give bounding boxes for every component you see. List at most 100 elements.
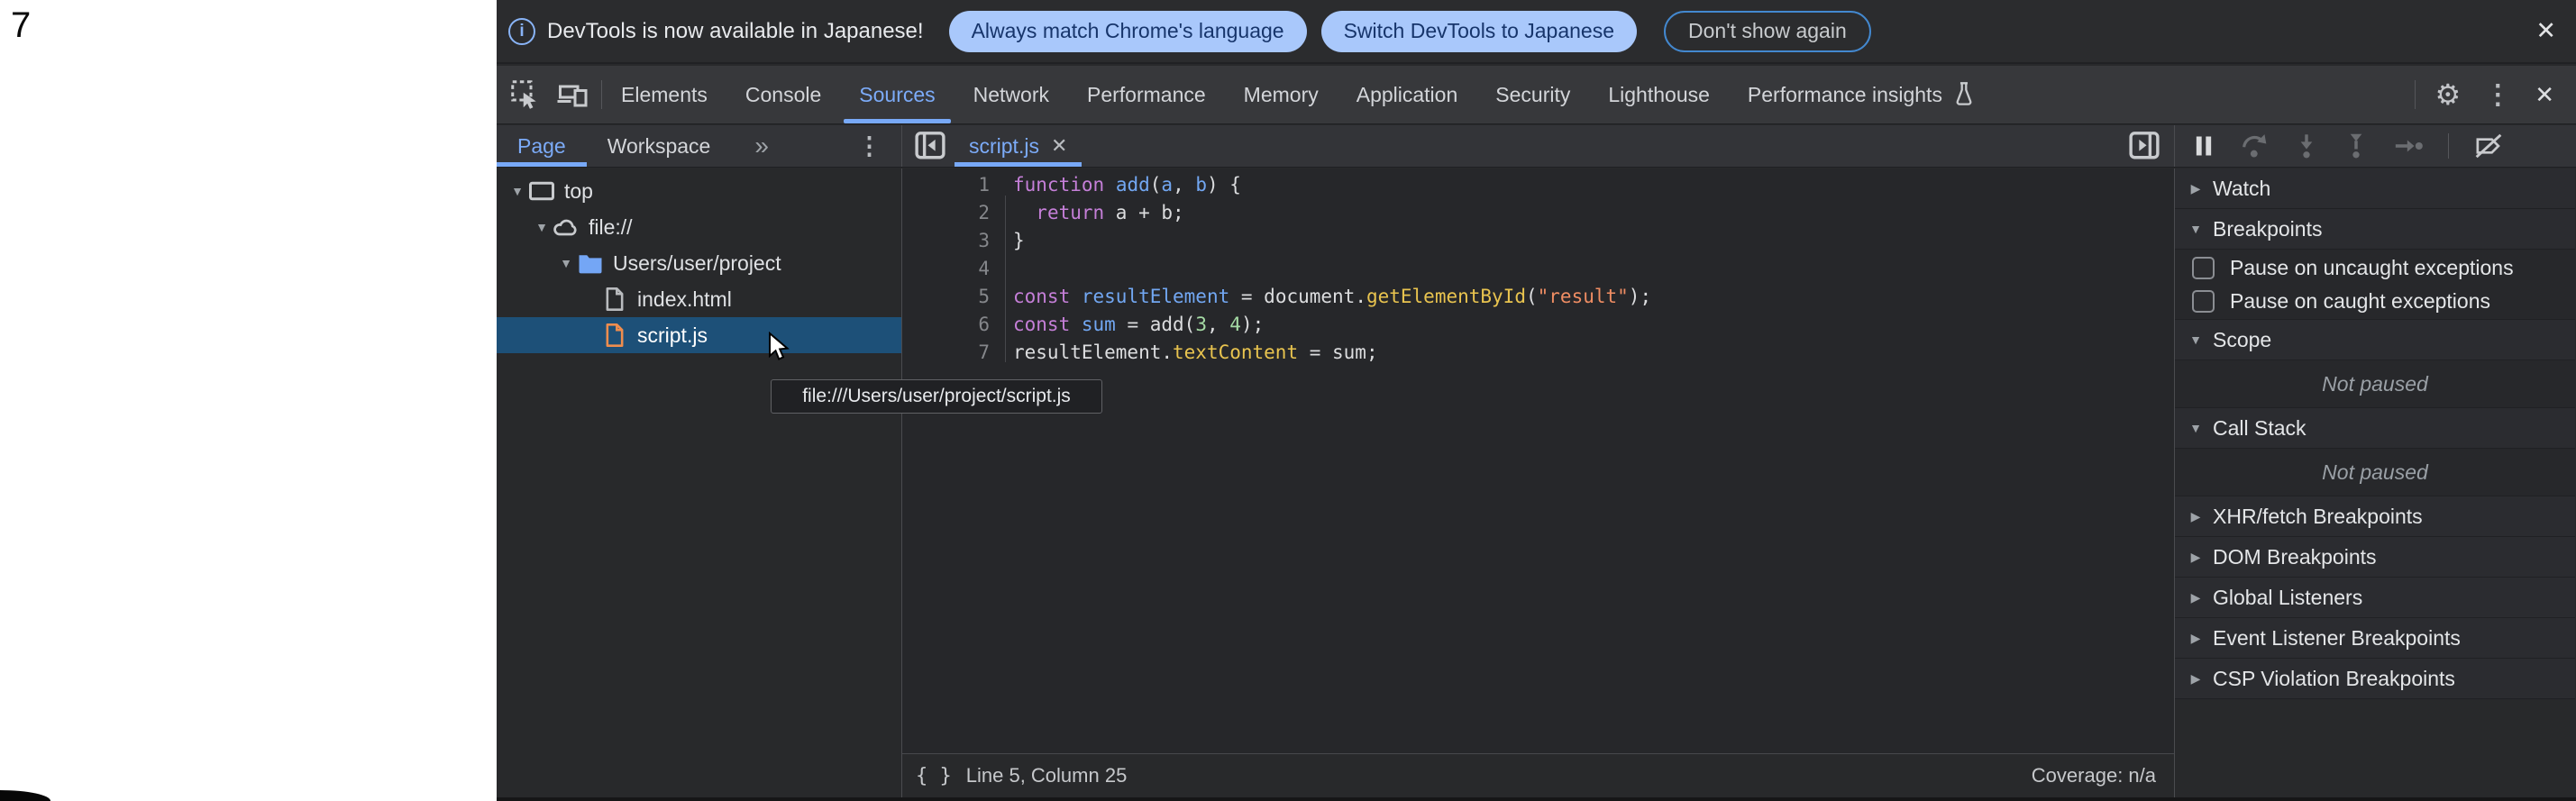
editor-tab-scriptjs[interactable]: script.js ✕ bbox=[955, 125, 1082, 167]
line-number[interactable]: 2 bbox=[902, 202, 990, 223]
always-match-language-button[interactable]: Always match Chrome's language bbox=[949, 11, 1307, 52]
section-expander-icon[interactable]: ▶ bbox=[2186, 550, 2206, 565]
sidebar-section-scope[interactable]: ▼ Scope bbox=[2175, 320, 2575, 360]
pretty-print-icon[interactable]: { } bbox=[916, 765, 952, 787]
section-label: Breakpoints bbox=[2213, 217, 2322, 241]
tab-performance-insights[interactable]: Performance insights bbox=[1729, 66, 1996, 123]
section-expander-icon[interactable]: ▶ bbox=[2186, 590, 2206, 605]
token-plain: resultElement. bbox=[1013, 341, 1173, 363]
sources-content: ▼top▼file://▼Users/user/projectindex.htm… bbox=[497, 168, 2576, 797]
checkbox-icon[interactable] bbox=[2192, 257, 2215, 279]
collapse-navigator-icon[interactable] bbox=[915, 131, 945, 161]
sidebar-section-call-stack[interactable]: ▼Call Stack bbox=[2175, 408, 2575, 449]
debugger-sidebar: ▶Watch ▼ Breakpoints Pause on uncaught exce… bbox=[2174, 168, 2575, 797]
line-number[interactable]: 4 bbox=[902, 258, 990, 279]
coverage-text: Coverage: n/a bbox=[2032, 764, 2156, 787]
tab-elements[interactable]: Elements bbox=[602, 66, 726, 123]
sidebar-section-xhr-fetch-breakpoints[interactable]: ▶XHR/fetch Breakpoints bbox=[2175, 496, 2575, 537]
tree-item-label: file:// bbox=[589, 215, 633, 240]
info-icon: i bbox=[508, 18, 535, 45]
step-into-icon[interactable] bbox=[2294, 132, 2319, 159]
deactivate-breakpoints-icon[interactable] bbox=[2473, 132, 2504, 159]
experiment-flask-icon bbox=[1951, 81, 1977, 108]
browser-page: 7 i DevTools is now available in Japanes… bbox=[0, 0, 2576, 801]
navigator-tab-workspace[interactable]: Workspace bbox=[587, 125, 732, 167]
editor-status-bar: { } Line 5, Column 25 Coverage: n/a bbox=[902, 753, 2174, 797]
checkbox-row-pause-on-caught-exceptions[interactable]: Pause on caught exceptions bbox=[2192, 289, 2575, 314]
tree-item-label: Users/user/project bbox=[613, 251, 781, 276]
section-expander-icon[interactable]: ▶ bbox=[2186, 671, 2206, 687]
tab-sources[interactable]: Sources bbox=[840, 66, 954, 123]
dont-show-again-button[interactable]: Don't show again bbox=[1664, 11, 1871, 52]
more-tabs-icon[interactable]: » bbox=[754, 132, 769, 160]
tree-expander-icon[interactable]: ▼ bbox=[532, 220, 552, 234]
tree-expander-icon[interactable]: ▼ bbox=[507, 184, 527, 198]
code-editor[interactable]: 1function add(a, b) {2 return a + b;3}45… bbox=[901, 168, 2174, 797]
line-number[interactable]: 5 bbox=[902, 286, 990, 307]
navigator-menu-icon[interactable]: ⋮ bbox=[857, 132, 882, 160]
section-expander-icon[interactable]: ▶ bbox=[2186, 181, 2206, 196]
tab-lighthouse[interactable]: Lighthouse bbox=[1589, 66, 1729, 123]
section-label: Scope bbox=[2213, 328, 2271, 352]
settings-gear-icon[interactable]: ⚙ bbox=[2435, 77, 2462, 112]
tree-item-top[interactable]: ▼top bbox=[497, 173, 901, 209]
token-prop: getElementById bbox=[1366, 286, 1526, 307]
token-var: sum bbox=[1082, 314, 1116, 335]
toggle-debugger-sidebar-icon[interactable] bbox=[2129, 131, 2160, 161]
sidebar-section-breakpoints[interactable]: ▼ Breakpoints bbox=[2175, 209, 2575, 250]
step-over-icon[interactable] bbox=[2241, 132, 2270, 159]
section-expander-icon[interactable]: ▶ bbox=[2186, 631, 2206, 646]
tab-console[interactable]: Console bbox=[726, 66, 840, 123]
checkbox-label: Pause on uncaught exceptions bbox=[2230, 256, 2514, 280]
line-number[interactable]: 6 bbox=[902, 314, 990, 335]
line-number[interactable]: 1 bbox=[902, 174, 990, 196]
file-orange-icon bbox=[600, 323, 629, 348]
section-expander-icon[interactable]: ▼ bbox=[2186, 332, 2206, 347]
checkbox-icon[interactable] bbox=[2192, 290, 2215, 313]
tree-item-script.js[interactable]: script.js bbox=[497, 317, 901, 353]
more-options-icon[interactable]: ⋮ bbox=[2484, 79, 2511, 111]
section-expander-icon[interactable]: ▼ bbox=[2186, 222, 2206, 236]
tree-item-users-user-project[interactable]: ▼ Users/user/project bbox=[497, 245, 901, 281]
line-number[interactable]: 3 bbox=[902, 230, 990, 251]
editor-tab-close-icon[interactable]: ✕ bbox=[1051, 134, 1067, 158]
folder-icon bbox=[576, 251, 605, 275]
line-number[interactable]: 7 bbox=[902, 341, 990, 363]
sidebar-section-watch[interactable]: ▶Watch bbox=[2175, 168, 2575, 209]
notification-close-icon[interactable]: ✕ bbox=[2535, 17, 2556, 45]
token-plain: ) { bbox=[1207, 174, 1241, 196]
inspect-element-icon[interactable] bbox=[509, 78, 542, 111]
section-expander-icon[interactable]: ▼ bbox=[2186, 421, 2206, 435]
tab-application[interactable]: Application bbox=[1338, 66, 1477, 123]
sidebar-section-dom-breakpoints[interactable]: ▶DOM Breakpoints bbox=[2175, 537, 2575, 578]
pause-icon[interactable] bbox=[2191, 133, 2216, 159]
tab-performance[interactable]: Performance bbox=[1068, 66, 1225, 123]
devtools-window: i DevTools is now available in Japanese!… bbox=[497, 0, 2576, 801]
tree-item-index.html[interactable]: index.html bbox=[497, 281, 901, 317]
navigator-tab-page[interactable]: Page bbox=[497, 125, 587, 167]
sidebar-section-csp-violation-breakpoints[interactable]: ▶ CSP Violation Breakpoints bbox=[2175, 659, 2575, 699]
sidebar-section-global-listeners[interactable]: ▶Global Listeners bbox=[2175, 578, 2575, 618]
checkbox-row-pause-on-uncaught-exceptions[interactable]: Pause on uncaught exceptions bbox=[2192, 256, 2575, 280]
tab-label: Network bbox=[973, 83, 1049, 107]
tab-memory[interactable]: Memory bbox=[1225, 66, 1338, 123]
tree-expander-icon[interactable]: ▼ bbox=[556, 256, 576, 270]
step-icon[interactable] bbox=[2393, 134, 2424, 158]
tab-security[interactable]: Security bbox=[1476, 66, 1589, 123]
sidebar-section-event-listener-breakpoints[interactable]: ▶Event Listener Breakpoints bbox=[2175, 618, 2575, 659]
cloud-icon bbox=[552, 215, 580, 239]
toolbar-divider bbox=[2415, 80, 2416, 109]
token-kw: return bbox=[1036, 202, 1104, 223]
step-out-icon[interactable] bbox=[2343, 132, 2369, 159]
section-label: CSP Violation Breakpoints bbox=[2213, 667, 2455, 691]
devtools-close-icon[interactable]: ✕ bbox=[2535, 81, 2554, 109]
code-line-2: 2 return a + b; bbox=[902, 198, 2174, 226]
code-line-6: 6const sum = add(3, 4); bbox=[902, 310, 2174, 338]
bottom-left-shape bbox=[0, 790, 50, 801]
token-kw: function bbox=[1013, 174, 1104, 196]
device-toolbar-icon[interactable] bbox=[556, 78, 589, 111]
switch-to-japanese-button[interactable]: Switch DevTools to Japanese bbox=[1321, 11, 1637, 52]
tab-network[interactable]: Network bbox=[955, 66, 1068, 123]
tree-item-file-[interactable]: ▼ file:// bbox=[497, 209, 901, 245]
section-expander-icon[interactable]: ▶ bbox=[2186, 509, 2206, 524]
